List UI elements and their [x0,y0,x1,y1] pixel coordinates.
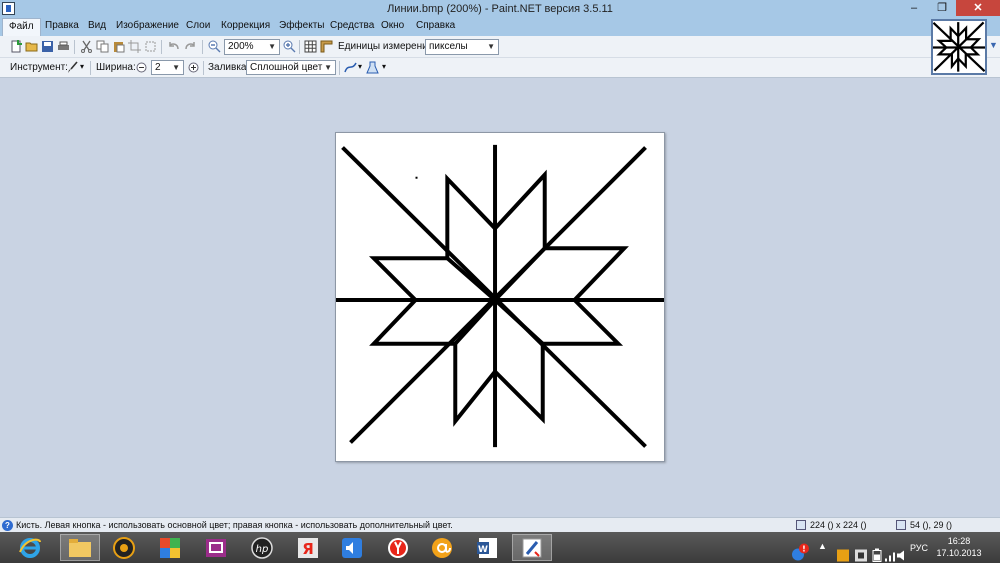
help-icon: ? [2,520,13,531]
menu-window[interactable]: Окно [381,20,404,31]
taskbar-hp-icon[interactable]: hp [242,534,282,561]
tray-app-icon-1[interactable] [836,540,850,563]
crop-icon[interactable] [128,40,141,53]
antialiasing-dropdown-arrow-icon[interactable]: ▾ [358,62,362,71]
cursor-position-readout: 54 (), 29 () [910,520,953,530]
zoom-select[interactable]: 200% ▼ [224,39,280,55]
tray-app-icon-2[interactable] [854,540,868,563]
units-label: Единицы измерения: [338,41,436,52]
cursor-position-icon [896,520,906,530]
clock-time: 16:28 [947,536,971,546]
deselect-icon[interactable] [144,40,157,53]
print-icon[interactable] [57,40,70,53]
title-bar: Линии.bmp (200%) - Paint.NET версия 3.5.… [0,0,1000,18]
open-folder-icon[interactable] [25,40,38,53]
grid-icon[interactable] [304,40,317,53]
volume-icon[interactable] [896,540,910,563]
battery-icon[interactable] [870,540,884,563]
width-label: Ширина: [96,62,136,73]
zoom-in-icon[interactable] [283,40,296,53]
menu-image[interactable]: Изображение [116,20,179,31]
blend-mode-dropdown-arrow-icon[interactable]: ▾ [382,62,386,71]
window-title: Линии.bmp (200%) - Paint.NET версия 3.5.… [387,3,613,15]
cut-icon[interactable] [80,40,93,53]
menu-help[interactable]: Справка [416,20,455,31]
taskbar-ie-icon[interactable] [10,534,50,561]
taskbar-media-player-icon[interactable] [104,534,144,561]
tool-options-bar: Инструмент: ▾ Ширина: 2 ▼ Заливка: Сплош… [0,58,1000,78]
chevron-down-icon: ▼ [324,63,332,72]
save-icon[interactable] [41,40,54,53]
system-clock[interactable]: 16:28 17.10.2013 [920,535,998,559]
decrease-width-icon[interactable] [136,62,147,73]
security-alert-icon[interactable]: ! [790,537,810,563]
stray-pixel [415,176,418,179]
svg-text:Я: Я [302,540,314,558]
restore-button[interactable]: ❐ [928,0,956,16]
fill-value: Сплошной цвет [250,62,323,73]
tool-dropdown-arrow-icon[interactable]: ▾ [80,62,84,71]
taskbar-explorer-icon[interactable] [60,534,100,561]
taskbar-paintnet-icon[interactable] [512,534,552,561]
copy-icon[interactable] [96,40,109,53]
brush-width-value: 2 [155,62,161,73]
status-bar: ? Кисть. Левая кнопка - использовать осн… [0,517,1000,532]
rulers-icon[interactable] [320,40,333,53]
increase-width-icon[interactable] [188,62,199,73]
taskbar-mail-agent-icon[interactable] [422,534,462,561]
menu-edit[interactable]: Правка [45,20,79,31]
menu-utilities[interactable]: Средства [330,20,374,31]
taskbar-games-icon[interactable] [150,534,190,561]
thumbnail-image [931,21,987,73]
fill-select[interactable]: Сплошной цвет ▼ [246,60,336,75]
svg-text:hp: hp [256,544,269,555]
brush-icon[interactable] [66,61,79,74]
antialiasing-icon[interactable] [344,61,357,74]
taskbar-yandex-icon[interactable]: Я [288,534,328,561]
thumbnail-expand-icon[interactable]: ▼ [989,40,998,50]
brush-width-select[interactable]: 2 ▼ [151,60,184,75]
main-toolbar: 200% ▼ Единицы измерения: пикселы ▼ [0,36,1000,58]
menu-effects[interactable]: Эффекты [279,20,324,31]
show-hidden-icons-icon[interactable]: ▲ [818,541,827,563]
minimize-button[interactable]: – [900,0,928,16]
menu-adjustments[interactable]: Коррекция [221,20,270,31]
units-value: пикселы [429,41,468,52]
menu-layers[interactable]: Слои [186,20,210,31]
svg-text:W: W [478,545,488,555]
fill-label: Заливка: [208,62,250,73]
image-size-readout: 224 () x 224 () [810,520,867,530]
taskbar-yandex-browser-icon[interactable] [378,534,418,561]
status-message: Кисть. Левая кнопка - использовать основ… [16,520,453,530]
clock-date: 17.10.2013 [936,548,982,558]
undo-icon[interactable] [167,40,180,53]
image-canvas[interactable] [335,132,665,462]
paste-icon[interactable] [112,40,125,53]
taskbar-presentation-icon[interactable] [196,534,236,561]
tool-label: Инструмент: [10,62,68,73]
menu-bar: Файл Правка Вид Изображение Слои Коррекц… [0,18,1000,36]
units-select[interactable]: пикселы ▼ [425,39,499,55]
redo-icon[interactable] [184,40,197,53]
svg-text:!: ! [802,545,806,554]
close-button[interactable]: ✕ [956,0,1000,16]
zoom-out-icon[interactable] [208,40,221,53]
taskbar-word-icon[interactable]: W [468,534,508,561]
image-thumbnail[interactable] [931,19,987,75]
taskbar-sound-icon[interactable] [332,534,372,561]
taskbar: hp Я W ! ▲ РУС 16:28 17.10.2013 [0,532,1000,563]
chevron-down-icon: ▼ [172,63,180,72]
chevron-down-icon: ▼ [268,42,276,51]
blend-mode-icon[interactable] [366,61,379,74]
new-file-icon[interactable] [10,40,23,53]
chevron-down-icon: ▼ [487,42,495,51]
menu-file[interactable]: Файл [2,18,41,36]
zoom-value: 200% [228,41,254,52]
image-size-icon [796,520,806,530]
drawing [336,144,664,448]
menu-view[interactable]: Вид [88,20,106,31]
